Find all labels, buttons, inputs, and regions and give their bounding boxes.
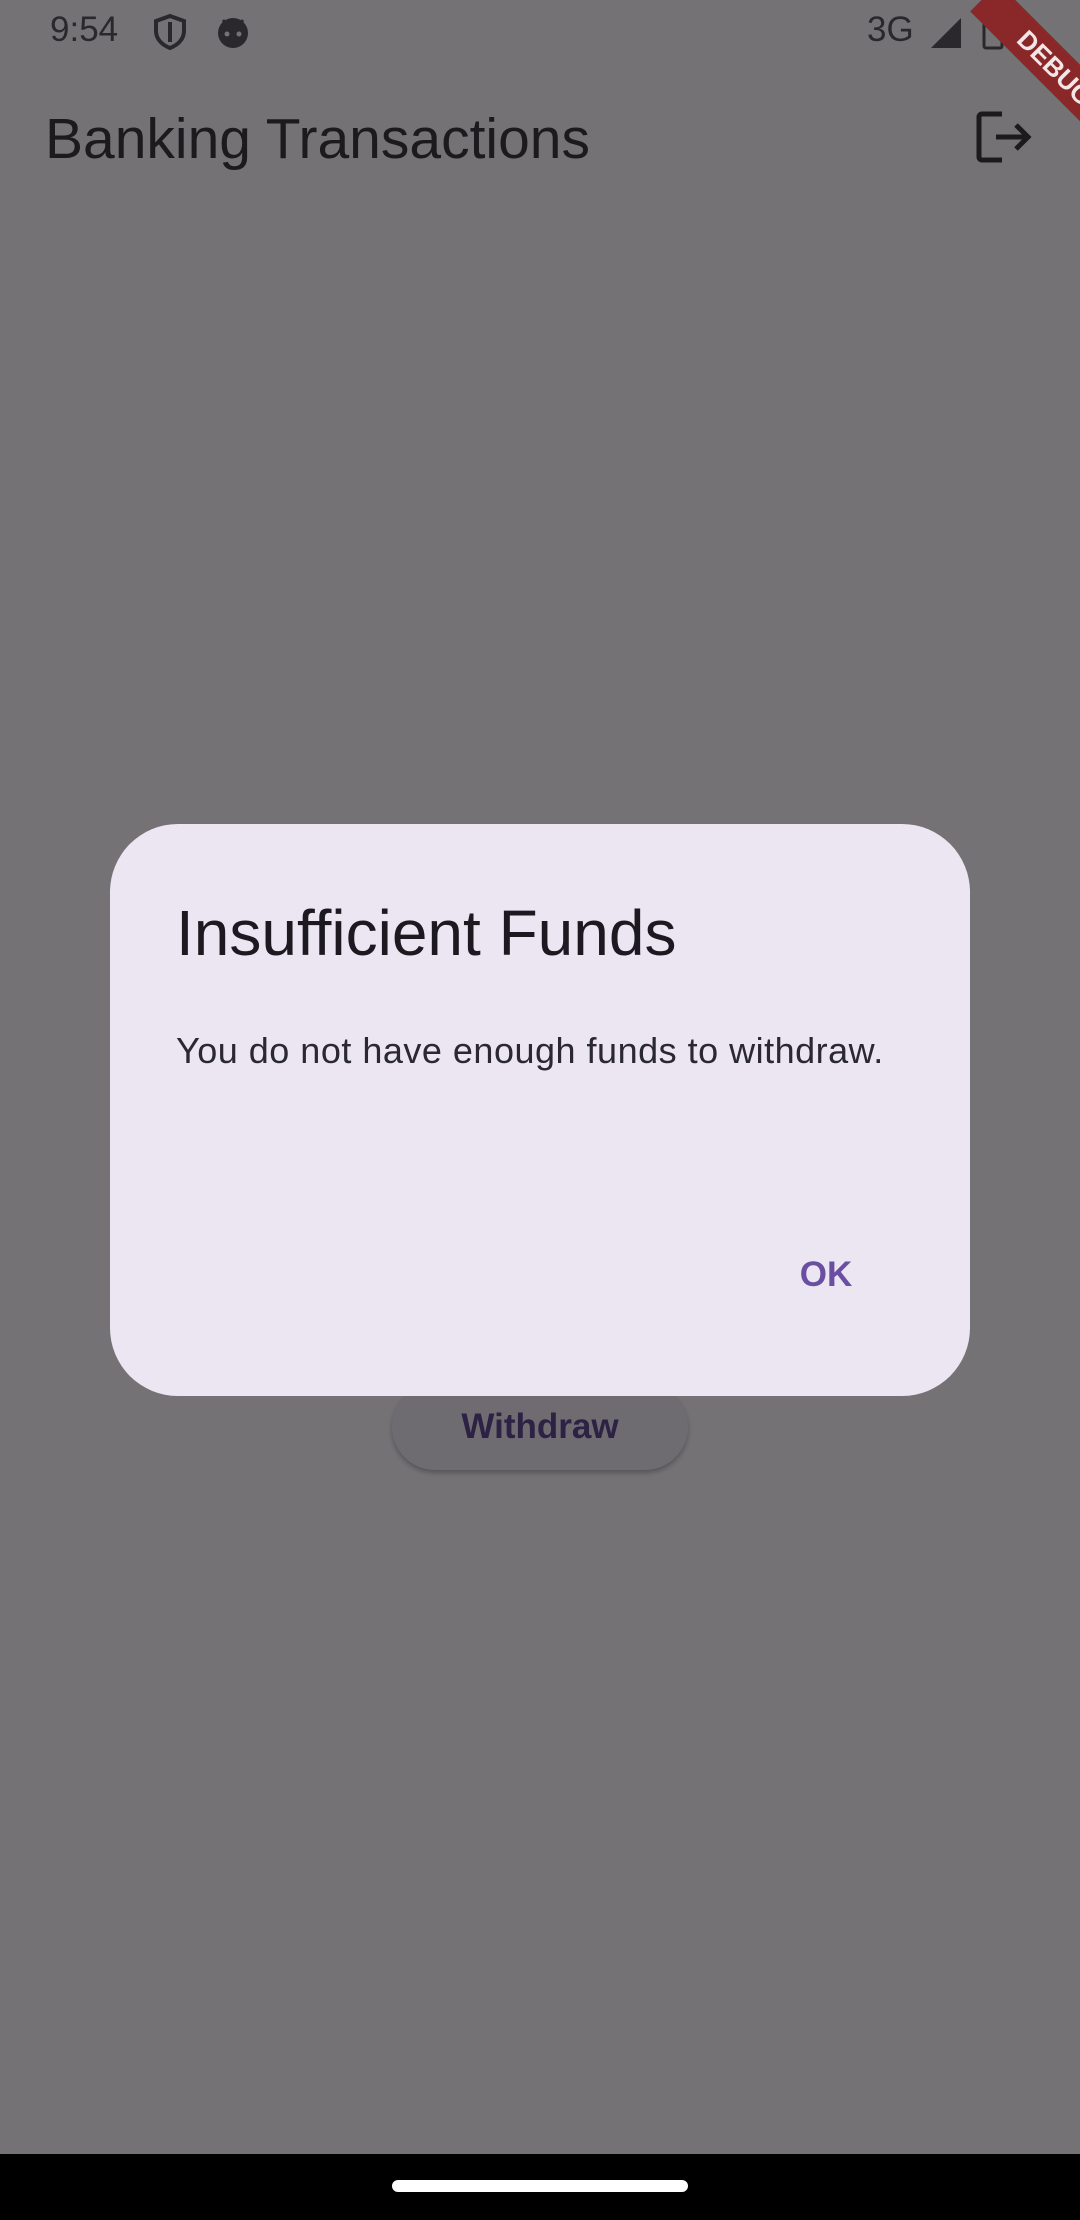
network-type-label: 3G	[867, 10, 914, 49]
alert-dialog: Insufficient Funds You do not have enoug…	[110, 824, 970, 1396]
app-bar: Banking Transactions	[0, 66, 1080, 218]
shield-icon	[150, 12, 190, 52]
dialog-title: Insufficient Funds	[176, 897, 677, 969]
status-bar: 9:54 3G	[0, 0, 1080, 66]
dialog-message: You do not have enough funds to withdraw…	[176, 1030, 884, 1071]
page-title: Banking Transactions	[45, 107, 590, 171]
logout-icon	[976, 111, 1032, 163]
android-face-icon	[213, 12, 253, 52]
home-indicator[interactable]	[392, 2180, 688, 2192]
withdraw-button[interactable]: Withdraw	[392, 1384, 688, 1470]
ok-button[interactable]: OK	[770, 1234, 882, 1316]
logout-button[interactable]	[966, 100, 1040, 174]
status-time: 9:54	[50, 10, 119, 49]
